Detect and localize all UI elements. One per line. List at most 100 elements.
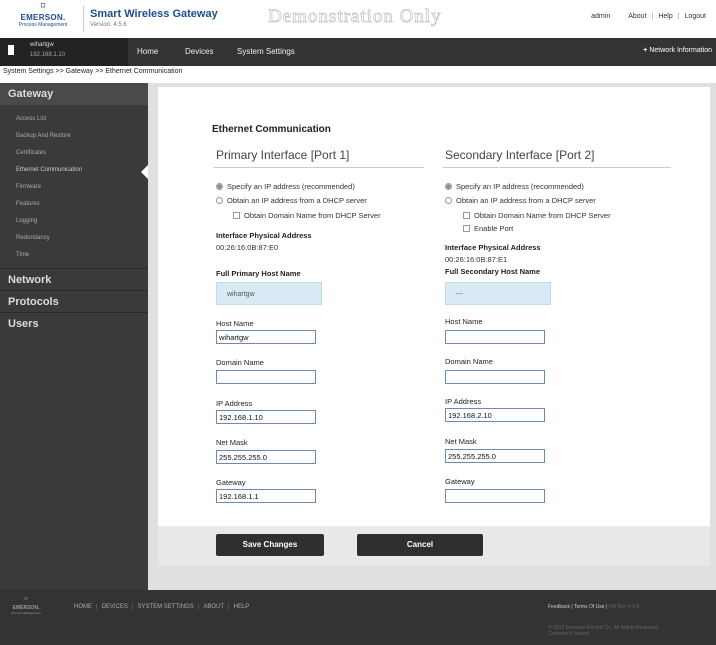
help-link[interactable]: Help [658,13,672,20]
secondary-ip-input[interactable] [445,408,545,422]
secondary-netmask-input[interactable] [445,449,545,463]
option-label: Specify an IP address (recommended) [456,182,584,191]
sidebar-item-logging[interactable]: Logging [0,213,148,230]
main-nav: wihartgw 192.168.1.10 Home Devices Syste… [0,38,716,66]
link-separator: | [197,604,200,610]
checkbox-icon[interactable] [463,225,470,232]
footer-link-help[interactable]: HELP [234,604,250,610]
primary-mac-value: 00:26:16:0B:87:E0 [216,243,279,252]
secondary-dhcp-option[interactable]: Obtain an IP address from a DHCP server [445,196,596,205]
terms-link[interactable]: Terms Of Use [574,604,605,610]
radio-selected-icon[interactable] [216,183,223,190]
secondary-full-host-value: --- [445,282,551,305]
footer-link-home[interactable]: HOME [74,604,92,610]
secondary-gateway-input[interactable] [445,489,545,503]
sidebar-section-protocols[interactable]: Protocols [0,290,148,312]
option-label: Obtain Domain Name from DHCP Server [474,211,611,220]
breadcrumb: System Settings >> Gateway >> Ethernet C… [3,68,183,75]
nav-system-settings[interactable]: System Settings [237,47,295,56]
footer-link-system-settings[interactable]: SYSTEM SETTINGS [137,604,193,610]
tagline: Consider It Solved. [548,631,591,637]
sidebar-item-redundancy[interactable]: Redundancy [0,230,148,247]
link-separator: | [651,13,654,20]
sidebar-section-gateway[interactable]: Gateway [0,83,148,105]
ethernet-form-panel: Ethernet Communication Primary Interface… [158,87,710,526]
network-information-button[interactable]: + Network Information [643,47,712,54]
primary-gateway-label: Gateway [216,478,246,487]
cancel-button[interactable]: Cancel [357,534,483,556]
secondary-static-ip-option[interactable]: Specify an IP address (recommended) [445,182,584,191]
sidebar-item-label: Ethernet Communication [16,167,83,173]
sidebar-item-certificates[interactable]: Certificates [0,145,148,162]
primary-full-host-label: Full Primary Host Name [216,269,301,278]
device-ip: 192.168.1.10 [30,52,66,58]
device-name: wihartgw [30,42,54,48]
link-separator: | [131,604,134,610]
primary-dhcp-option[interactable]: Obtain an IP address from a DHCP server [216,196,367,205]
primary-static-ip-option[interactable]: Specify an IP address (recommended) [216,182,355,191]
footer-links: HOME | DEVICES | SYSTEM SETTINGS | ABOUT | HELP [74,604,249,610]
primary-domain-name-input[interactable] [216,370,316,384]
checkbox-icon[interactable] [463,212,470,219]
primary-ip-label: IP Address [216,399,253,408]
primary-heading-rule [214,167,424,168]
primary-host-name-input[interactable] [216,330,316,344]
primary-dhcp-domain-checkbox[interactable]: Obtain Domain Name from DHCP Server [233,211,381,220]
secondary-full-host-label: Full Secondary Host Name [445,267,541,276]
main-content: Ethernet Communication Primary Interface… [148,83,716,590]
footer-link-about[interactable]: ABOUT [203,604,224,610]
secondary-enable-port-checkbox[interactable]: Enable Port [463,224,513,233]
sidebar-item-ethernet-communication[interactable]: Ethernet Communication [0,162,148,179]
sidebar-section-users[interactable]: Users [0,312,148,334]
sidebar-item-backup-restore[interactable]: Backup And Restore [0,128,148,145]
top-header: ⸋ EMERSON. Process Management Smart Wire… [0,0,716,38]
radio-icon[interactable] [445,197,452,204]
feedback-link[interactable]: Feedback [548,604,570,610]
gateway-submenu: Access List Backup And Restore Certifica… [0,105,148,268]
secondary-netmask-label: Net Mask [445,437,477,446]
checkbox-icon[interactable] [233,212,240,219]
secondary-domain-name-input[interactable] [445,370,545,384]
option-label: Obtain an IP address from a DHCP server [456,196,596,205]
sidebar-item-firmware[interactable]: Firmware [0,179,148,196]
sidebar-item-features[interactable]: Features [0,196,148,213]
active-pointer-icon [141,165,148,179]
secondary-dhcp-domain-checkbox[interactable]: Obtain Domain Name from DHCP Server [463,211,611,220]
secondary-host-name-label: Host Name [445,317,483,326]
copyright: © 2013 Emerson Electric Co. All Rights R… [548,625,659,637]
primary-host-name-label: Host Name [216,319,254,328]
logout-link[interactable]: Logout [685,13,706,20]
radio-selected-icon[interactable] [445,183,452,190]
primary-domain-name-label: Domain Name [216,358,264,367]
secondary-domain-name-label: Domain Name [445,357,493,366]
primary-gateway-input[interactable] [216,489,316,503]
current-user: admin [591,13,611,20]
sidebar-item-access-list[interactable]: Access List [0,111,148,128]
secondary-host-name-input[interactable] [445,330,545,344]
network-information-label: Network Information [649,47,712,54]
primary-ip-input[interactable] [216,410,316,424]
sidebar-item-time[interactable]: Time [0,247,148,264]
form-actions: Save Changes Cancel [158,526,710,566]
primary-netmask-input[interactable] [216,450,316,464]
save-changes-button[interactable]: Save Changes [216,534,324,556]
link-separator: | [228,604,230,610]
sidebar-section-network[interactable]: Network [0,268,148,290]
device-indicator: wihartgw 192.168.1.10 [0,38,128,66]
option-label: Obtain Domain Name from DHCP Server [244,211,381,220]
footer-logo-subtext: Process Management [11,611,41,615]
app-version: Version: 4.5.6 [90,22,127,28]
emerson-logo[interactable]: ⸋ EMERSON. Process Management [8,3,78,35]
page-footer: ⸋ EMERSON. Process Management HOME | DEVIC… [0,590,716,645]
about-link[interactable]: About [628,13,646,20]
footer-link-devices[interactable]: DEVICES [102,604,128,610]
top-links: admin About | Help | Logout [591,13,706,20]
primary-netmask-label: Net Mask [216,438,248,447]
firmware-version: FW Rev 4.5.6 [608,604,640,610]
nav-devices[interactable]: Devices [185,47,213,56]
emerson-mark-icon: ⸋ [40,2,46,14]
plus-icon: + [643,47,648,54]
logo-text: EMERSON. [20,13,66,22]
radio-icon[interactable] [216,197,223,204]
nav-home[interactable]: Home [137,47,158,56]
